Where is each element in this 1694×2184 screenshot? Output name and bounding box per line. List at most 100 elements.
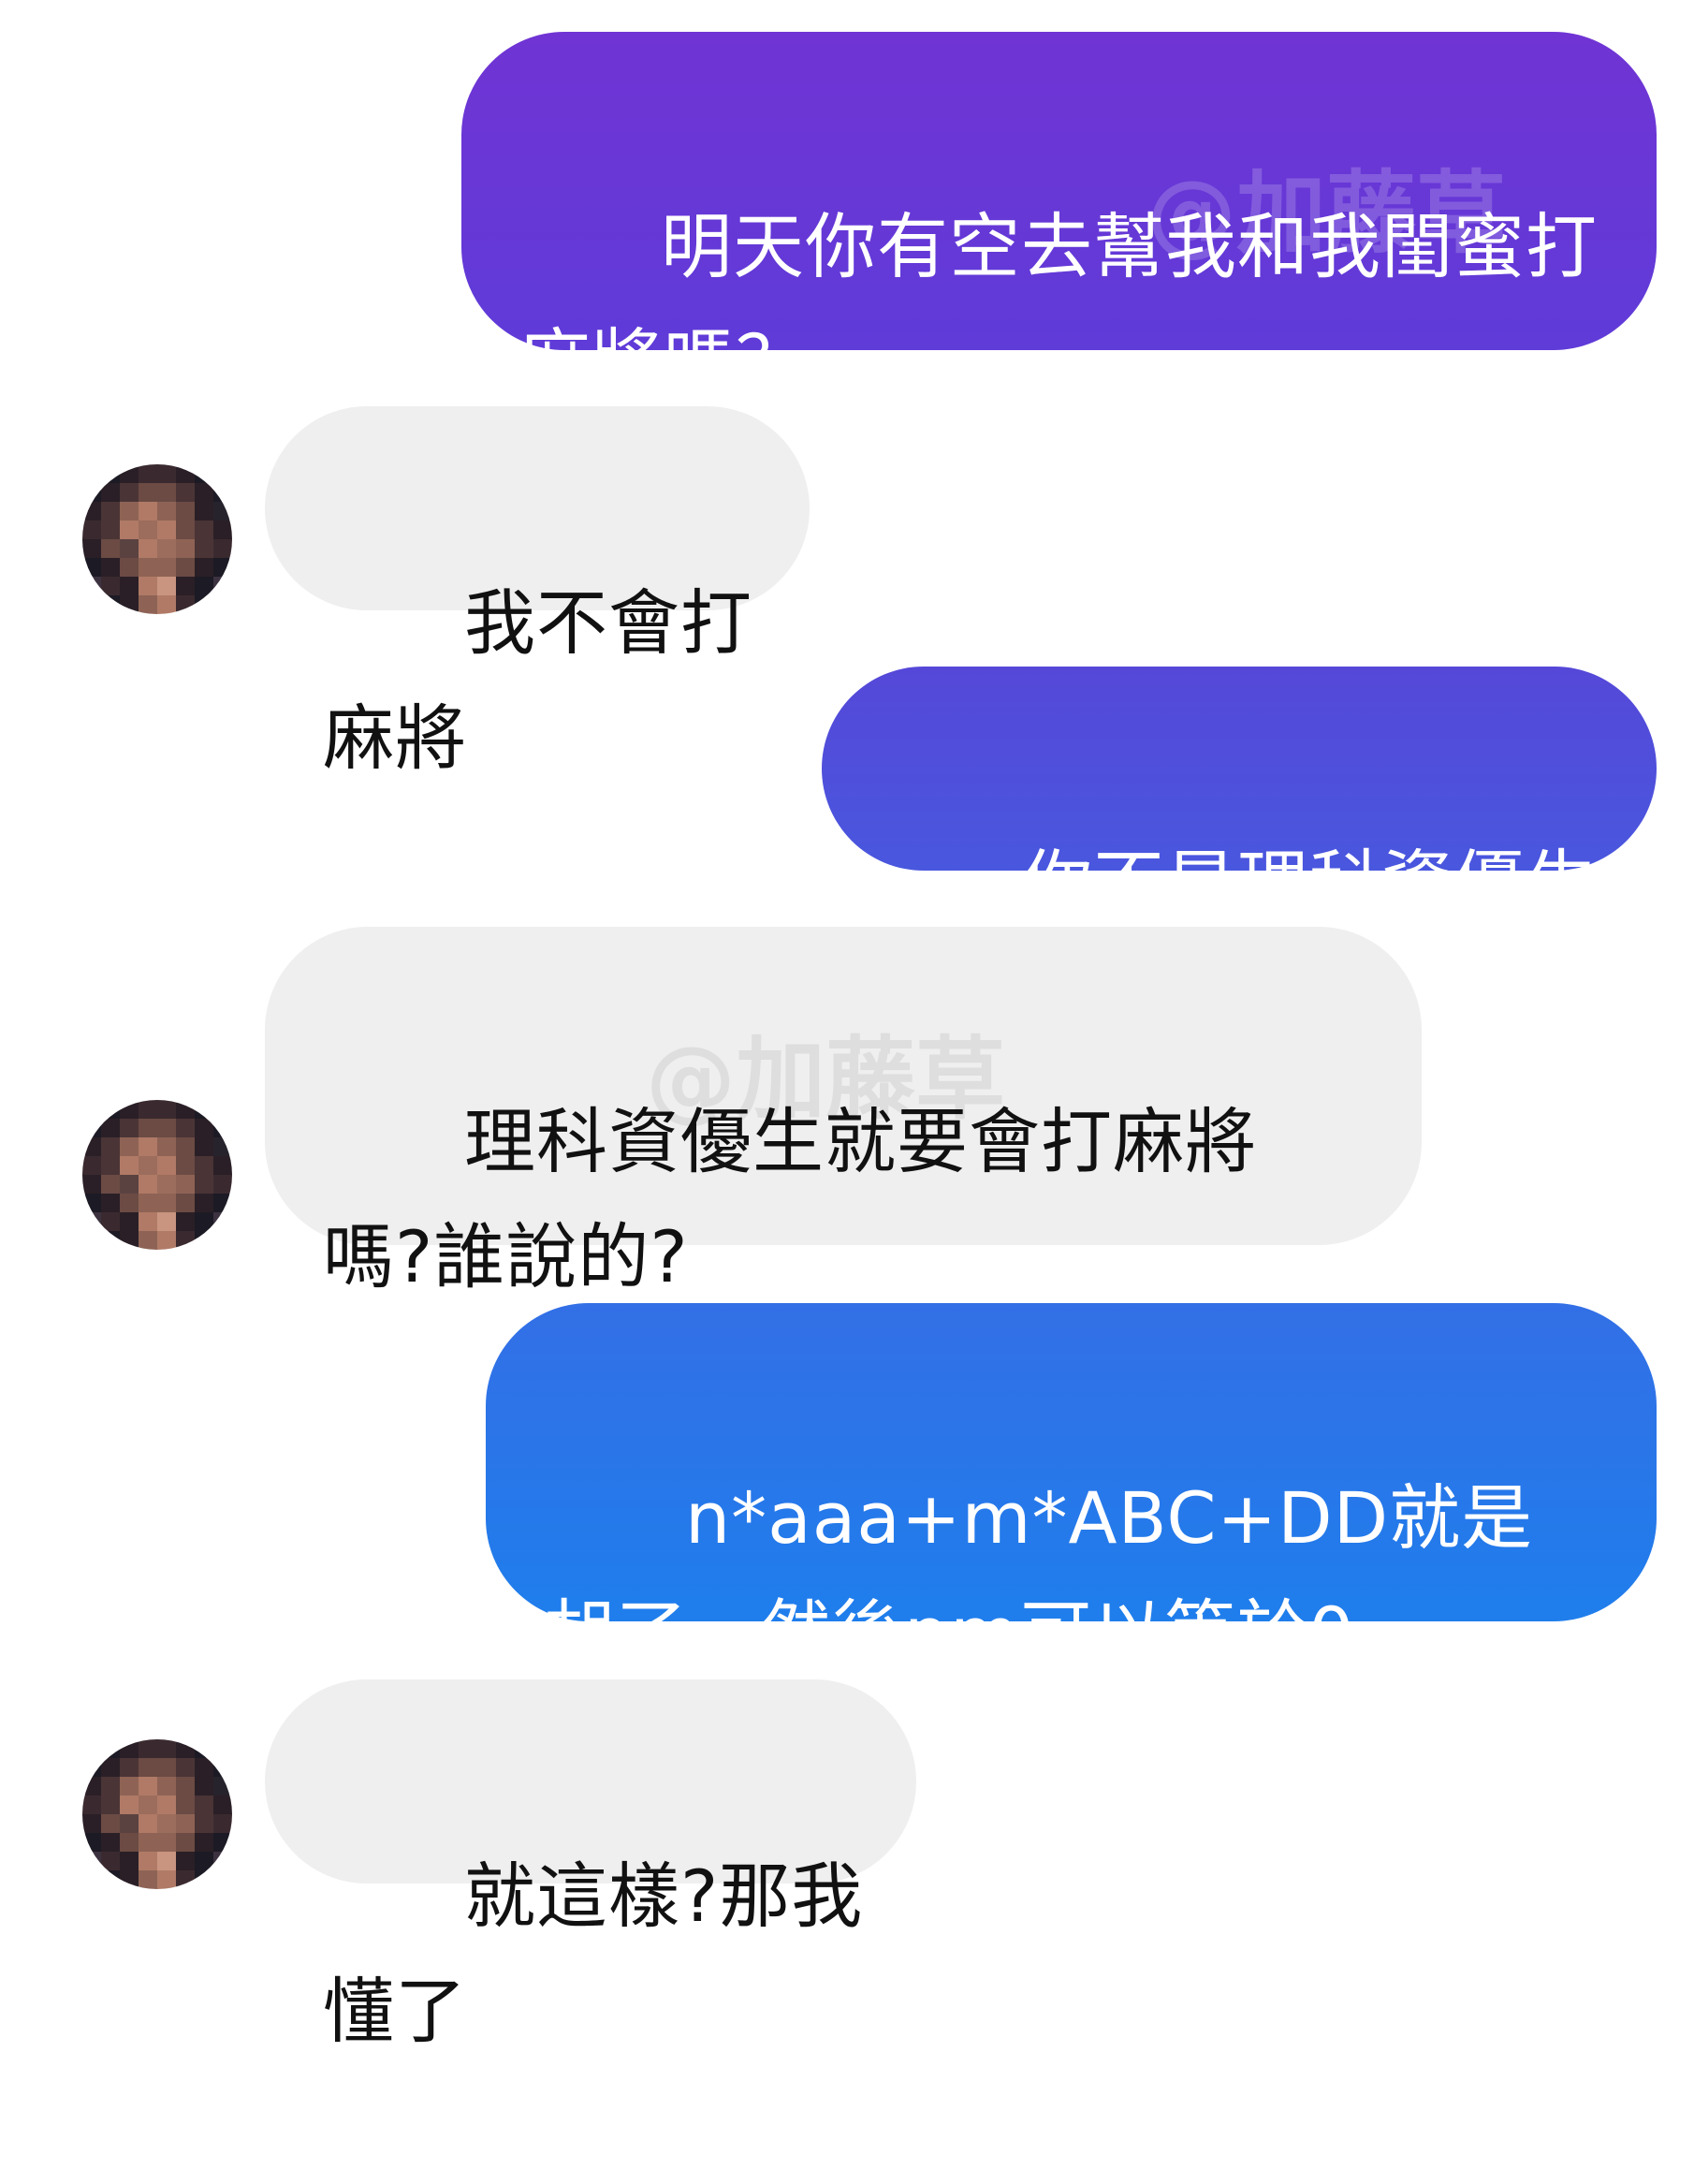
avatar-pixel	[82, 1852, 101, 1870]
avatar-pixel	[176, 1156, 195, 1175]
avatar-pixel	[157, 483, 176, 502]
avatar-pixel	[157, 1100, 176, 1119]
avatar-pixel	[120, 1870, 139, 1889]
avatar-pixel	[213, 464, 232, 483]
avatar-pixel	[120, 502, 139, 520]
avatar-pixel	[157, 520, 176, 539]
message-bubble-outgoing[interactable]: 你不是理科資優生嗎？	[822, 667, 1657, 1040]
avatar-pixel	[101, 1796, 120, 1814]
avatar-pixel	[139, 1175, 157, 1194]
avatar-pixel	[101, 1777, 120, 1796]
avatar-pixel	[101, 595, 120, 614]
avatar-pixel	[101, 558, 120, 577]
avatar-pixel	[157, 577, 176, 595]
contact-avatar[interactable]	[82, 464, 232, 614]
avatar-pixel	[157, 1870, 176, 1889]
avatar-pixel	[139, 1156, 157, 1175]
avatar-pixel	[82, 1814, 101, 1833]
avatar-pixel	[139, 595, 157, 614]
avatar-pixel	[120, 464, 139, 483]
contact-avatar[interactable]	[82, 1739, 232, 1889]
avatar-pixel	[157, 1739, 176, 1758]
avatar-pixel	[120, 1814, 139, 1833]
avatar-pixel	[195, 1175, 213, 1194]
avatar-pixel	[82, 1870, 101, 1889]
avatar-pixel	[139, 1870, 157, 1889]
avatar-pixel	[101, 1137, 120, 1156]
message-bubble-outgoing[interactable]: n*aaa+m*ABC+DD就是胡了，然後nm可以等於0	[486, 1303, 1657, 1675]
avatar-pixel	[213, 1194, 232, 1212]
avatar-pixel	[213, 1814, 232, 1833]
avatar-pixel	[82, 1758, 101, 1777]
avatar-pixel	[101, 539, 120, 558]
avatar-pixel	[195, 1231, 213, 1250]
avatar-pixel	[176, 520, 195, 539]
avatar-pixel	[176, 502, 195, 520]
contact-avatar[interactable]	[82, 1100, 232, 1250]
avatar-pixel	[195, 483, 213, 502]
avatar-pixel	[157, 1231, 176, 1250]
avatar-pixel	[82, 539, 101, 558]
avatar-pixel	[139, 1758, 157, 1777]
avatar-pixel	[120, 539, 139, 558]
avatar-pixel	[82, 1119, 101, 1137]
avatar-pixel	[213, 1758, 232, 1777]
avatar-pixel	[213, 1100, 232, 1119]
avatar-pixel	[213, 1119, 232, 1137]
avatar-pixel	[157, 558, 176, 577]
avatar-pixel	[176, 1852, 195, 1870]
avatar-pixel	[213, 577, 232, 595]
message-bubble-outgoing[interactable]: 明天你有空去幫我和我閨蜜打麻將嗎？	[461, 32, 1657, 403]
avatar-pixel	[176, 1119, 195, 1137]
avatar-pixel	[120, 1777, 139, 1796]
avatar-pixel	[139, 1833, 157, 1852]
avatar-pixel	[157, 1852, 176, 1870]
avatar-pixel	[82, 558, 101, 577]
message-bubble-incoming[interactable]: 理科資優生就要會打麻將嗎?誰說的?	[265, 927, 1422, 1298]
avatar-pixel	[139, 464, 157, 483]
avatar-pixel	[195, 520, 213, 539]
avatar-pixel	[101, 1156, 120, 1175]
avatar-pixel	[195, 1814, 213, 1833]
avatar-pixel	[82, 1212, 101, 1231]
avatar-pixel	[101, 1194, 120, 1212]
avatar-pixel	[195, 1137, 213, 1156]
avatar-pixel	[157, 464, 176, 483]
avatar-pixel	[101, 1212, 120, 1231]
avatar-pixel	[157, 1777, 176, 1796]
avatar-pixel	[213, 483, 232, 502]
avatar-pixel	[195, 1870, 213, 1889]
avatar-pixel	[195, 1852, 213, 1870]
avatar-pixel	[120, 1137, 139, 1156]
avatar-pixel	[120, 1194, 139, 1212]
avatar-pixel	[139, 483, 157, 502]
avatar-pixel	[101, 502, 120, 520]
avatar-pixel	[157, 1212, 176, 1231]
avatar-pixel	[139, 1231, 157, 1250]
avatar-pixel	[101, 1100, 120, 1119]
message-bubble-incoming[interactable]: 我不會打麻將	[265, 406, 810, 780]
avatar-pixel	[195, 1156, 213, 1175]
avatar-pixel	[120, 1739, 139, 1758]
avatar-pixel	[213, 1175, 232, 1194]
avatar-pixel	[195, 1758, 213, 1777]
avatar-pixel	[157, 539, 176, 558]
avatar-pixel	[82, 1833, 101, 1852]
message-text: n*aaa+m*ABC+DD就是胡了，然後nm可以等於0	[544, 1476, 1534, 1675]
avatar-pixel	[176, 1231, 195, 1250]
avatar-pixel	[139, 502, 157, 520]
avatar-pixel	[120, 595, 139, 614]
avatar-pixel	[176, 558, 195, 577]
avatar-pixel	[139, 577, 157, 595]
avatar-pixel	[176, 1777, 195, 1796]
message-bubble-incoming[interactable]: 就這樣?那我懂了	[265, 1679, 916, 2053]
avatar-pixel	[176, 464, 195, 483]
avatar-pixel	[213, 1833, 232, 1852]
avatar-pixel	[213, 539, 232, 558]
avatar-pixel	[176, 1814, 195, 1833]
avatar-pixel	[176, 1796, 195, 1814]
message-text: 就這樣?那我懂了	[323, 1854, 864, 2053]
avatar-pixel	[139, 1852, 157, 1870]
avatar-pixel	[101, 520, 120, 539]
avatar-pixel	[213, 520, 232, 539]
